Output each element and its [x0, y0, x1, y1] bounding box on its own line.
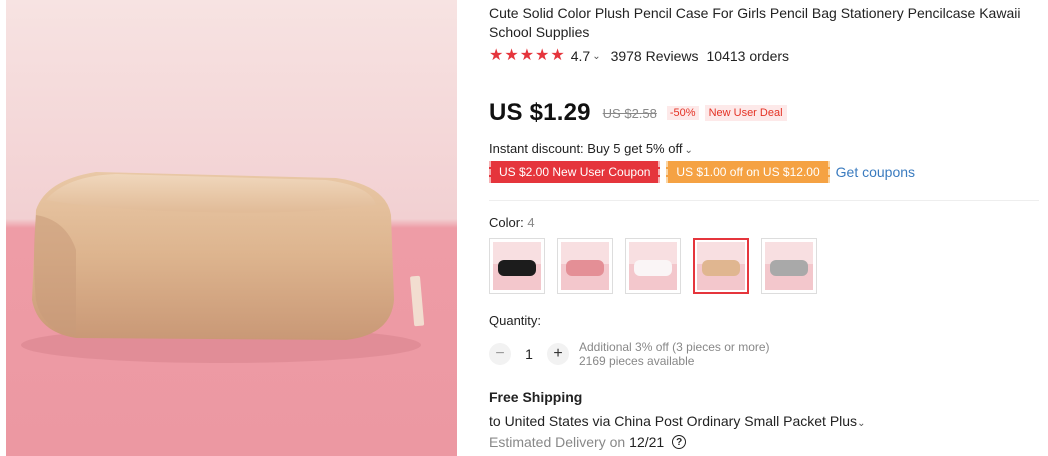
reviews-link[interactable]: 3978 Reviews — [611, 48, 699, 64]
shipping-method-text: to United States via China Post Ordinary… — [489, 413, 858, 429]
current-price: US $1.29 — [489, 99, 591, 126]
star-icon: ★ — [504, 47, 519, 64]
rating-row: ★ ★ ★ ★ ★ 4.7 ⌄ 3978 Reviews 10413 order… — [489, 48, 790, 65]
store-coupon[interactable]: US $1.00 off on US $12.00 — [666, 161, 830, 183]
decrease-quantity-button[interactable]: − — [489, 343, 511, 365]
divider — [489, 200, 1039, 201]
orders-count: 10413 orders — [706, 48, 790, 64]
swatch-thumbnail — [561, 242, 609, 290]
estimated-delivery: Estimated Delivery on 12/21 ? — [489, 434, 687, 450]
discount-badge: -50% — [666, 106, 699, 120]
coupons-row: US $2.00 New User Coupon US $1.00 off on… — [489, 161, 915, 183]
product-main-image[interactable] — [6, 0, 457, 456]
quantity-label: Quantity: — [489, 313, 542, 328]
shipping-method[interactable]: to United States via China Post Ordinary… — [489, 413, 875, 429]
help-icon[interactable]: ? — [672, 435, 687, 449]
original-price: US $2.58 — [602, 105, 657, 121]
quantity-stepper: − 1 + Additional 3% off (3 pieces or mor… — [489, 340, 770, 368]
rating-value[interactable]: 4.7 — [571, 48, 590, 64]
color-swatch-gray[interactable] — [761, 238, 817, 294]
delivery-date: 12/21 — [629, 434, 665, 450]
color-swatch-white[interactable] — [625, 238, 681, 294]
color-swatch-black[interactable] — [489, 238, 545, 294]
color-label: Color: 4 — [489, 215, 535, 230]
stock-available-text: 2169 pieces available — [579, 354, 695, 368]
chevron-down-icon[interactable]: ⌄ — [592, 51, 600, 62]
star-icon: ★ — [535, 47, 550, 64]
new-user-coupon[interactable]: US $2.00 New User Coupon — [489, 161, 661, 183]
increase-quantity-button[interactable]: + — [547, 343, 569, 365]
swatch-thumbnail — [629, 242, 677, 290]
shipping-title: Free Shipping — [489, 389, 583, 405]
price-row: US $1.29 US $2.58 -50% New User Deal — [489, 99, 787, 127]
new-user-deal-badge: New User Deal — [704, 105, 787, 121]
chevron-down-icon[interactable]: ⌄ — [857, 418, 865, 429]
estimated-delivery-label: Estimated Delivery on — [489, 434, 626, 450]
additional-discount-text: Additional 3% off (3 pieces or more) — [579, 340, 770, 354]
chevron-down-icon[interactable]: ⌄ — [684, 145, 692, 156]
star-icon: ★ — [550, 47, 565, 64]
color-selected-value: 4 — [527, 215, 535, 230]
quantity-info: Additional 3% off (3 pieces or more) 216… — [579, 340, 770, 368]
instant-discount[interactable]: Instant discount: Buy 5 get 5% off ⌄ — [489, 141, 703, 156]
swatch-thumbnail — [697, 242, 745, 290]
swatch-thumbnail — [765, 242, 813, 290]
color-label-text: Color: — [489, 215, 524, 230]
star-icon: ★ — [489, 47, 504, 64]
swatch-thumbnail — [493, 242, 541, 290]
color-swatches — [489, 238, 817, 294]
star-rating: ★ ★ ★ ★ ★ — [489, 48, 565, 64]
pencil-case-photo — [6, 0, 457, 456]
product-title: Cute Solid Color Plush Pencil Case For G… — [489, 5, 1021, 40]
get-coupons-link[interactable]: Get coupons — [836, 164, 915, 180]
quantity-input[interactable]: 1 — [511, 346, 547, 362]
color-swatch-pink[interactable] — [557, 238, 613, 294]
instant-discount-text: Instant discount: Buy 5 get 5% off — [489, 141, 683, 156]
color-swatch-beige[interactable] — [693, 238, 749, 294]
star-icon: ★ — [519, 47, 535, 64]
